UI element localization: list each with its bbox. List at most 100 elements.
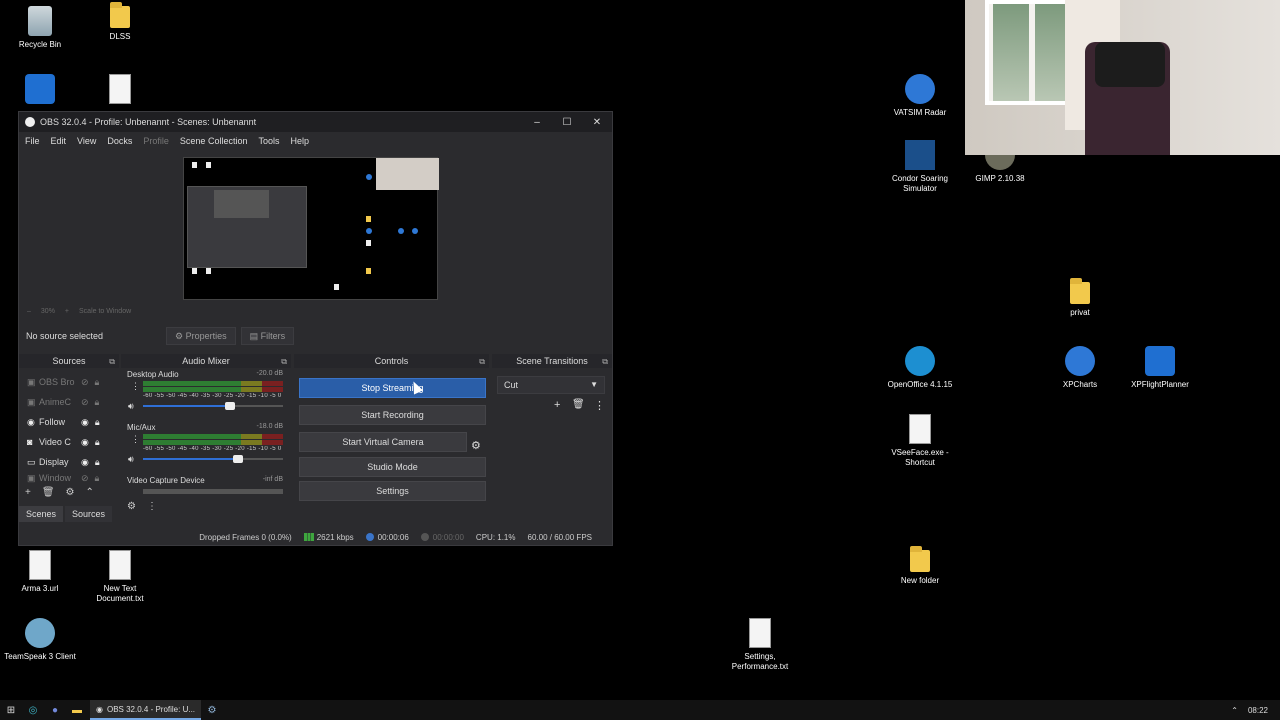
desktop-icon-teamspeak[interactable]: TeamSpeak 3 Client: [2, 618, 78, 662]
studio-mode-button[interactable]: Studio Mode: [299, 457, 486, 477]
desktop-icon-xpflightplanner[interactable]: XPFlightPlanner: [1122, 346, 1198, 390]
source-item[interactable]: ▣ OBS Bro ⊘ 🔒︎: [19, 372, 119, 392]
tab-scenes[interactable]: Scenes: [19, 506, 64, 522]
lock-icon[interactable]: 🔒︎: [95, 473, 100, 484]
menu-tools[interactable]: Tools: [258, 136, 279, 146]
desktop-icon-privat[interactable]: privat: [1042, 278, 1118, 318]
kebab-menu-icon[interactable]: ⋮: [131, 381, 140, 392]
menu-docks[interactable]: Docks: [107, 136, 132, 146]
lock-icon[interactable]: 🔒︎: [95, 437, 100, 448]
menu-view[interactable]: View: [77, 136, 96, 146]
desktop-icon-recycle-bin[interactable]: Recycle Bin: [2, 6, 78, 50]
maximize-button[interactable]: ☐: [552, 117, 582, 128]
file-explorer-icon[interactable]: ▬: [66, 700, 88, 720]
source-item[interactable]: ▣ Window ⊘ 🔒︎: [19, 472, 119, 484]
dock-menu-icon[interactable]: ⧉: [479, 355, 485, 369]
lock-icon[interactable]: 🔒︎: [95, 397, 100, 408]
menu-file[interactable]: File: [25, 136, 40, 146]
desktop-icon-settings-performance[interactable]: Settings, Performance.txt: [722, 618, 798, 672]
folder-icon: [910, 546, 930, 572]
visibility-icon[interactable]: ⊘: [81, 473, 89, 484]
visibility-icon[interactable]: ◉: [81, 457, 89, 468]
scene-transitions-dock: Scene Transitions ⧉ Cut ▼ + 🗑︎ ⋮: [492, 354, 612, 504]
settings-button[interactable]: Settings: [299, 481, 486, 501]
menu-help[interactable]: Help: [290, 136, 309, 146]
add-transition-icon[interactable]: +: [554, 399, 560, 411]
source-item[interactable]: ▣ AnimeC ⊘ 🔒︎: [19, 392, 119, 412]
desktop-icon-vseeface[interactable]: VSeeFace.exe - Shortcut: [882, 414, 958, 468]
desktop-icon-new-folder[interactable]: New folder: [882, 546, 958, 586]
transition-select[interactable]: Cut ▼: [497, 376, 605, 394]
kebab-menu-icon[interactable]: ⋮: [131, 434, 140, 445]
dock-menu-icon[interactable]: ⧉: [602, 355, 608, 369]
sources-dock-header: Sources ⧉: [19, 354, 119, 368]
plane-icon: [25, 74, 55, 104]
tray-chevron-up-icon[interactable]: ⌃: [1231, 706, 1238, 715]
menu-profile[interactable]: Profile: [143, 136, 169, 146]
desktop-icon-openoffice[interactable]: OpenOffice 4.1.15: [882, 346, 958, 390]
lock-icon[interactable]: 🔒︎: [95, 377, 100, 388]
properties-button[interactable]: ⚙ Properties: [166, 327, 236, 345]
menu-scene-collection[interactable]: Scene Collection: [180, 136, 248, 146]
obs-titlebar[interactable]: OBS 32.0.4 - Profile: Unbenannt - Scenes…: [19, 112, 612, 132]
preview-canvas[interactable]: [183, 157, 439, 300]
visibility-icon[interactable]: ⊘: [81, 397, 89, 408]
dock-menu-icon[interactable]: ⧉: [281, 355, 287, 369]
visibility-icon[interactable]: ◉: [81, 437, 89, 448]
source-toolbar: No source selected ⚙ Properties ▤ Filter…: [19, 324, 614, 348]
stop-streaming-button[interactable]: Stop Streaming: [299, 378, 486, 398]
desktop-icon-file[interactable]: [82, 74, 158, 108]
tab-sources[interactable]: Sources: [65, 506, 113, 522]
gear-icon[interactable]: ⚙: [66, 487, 75, 498]
kebab-menu-icon[interactable]: ⋮: [147, 501, 157, 512]
obs-window: OBS 32.0.4 - Profile: Unbenannt - Scenes…: [18, 111, 613, 546]
trash-icon[interactable]: 🗑︎: [572, 399, 585, 410]
kebab-menu-icon[interactable]: ⋮: [594, 399, 605, 412]
speaker-icon[interactable]: 🔊︎: [128, 401, 134, 412]
source-item[interactable]: ◉ Follow ◉ 🔒︎: [19, 412, 119, 432]
visibility-icon[interactable]: ⊘: [81, 377, 89, 388]
edge-browser-icon[interactable]: ◎: [22, 700, 44, 720]
steam-icon[interactable]: ⚙: [201, 700, 223, 720]
minimize-button[interactable]: –: [522, 117, 552, 128]
virtual-camera-settings-icon[interactable]: ⚙: [471, 439, 481, 452]
source-item[interactable]: ◙ Video C ◉ 🔒︎: [19, 432, 119, 452]
taskbar-obs-button[interactable]: ◉ OBS 32.0.4 - Profile: U...: [90, 700, 202, 720]
start-recording-button[interactable]: Start Recording: [299, 405, 486, 425]
visibility-icon[interactable]: ◉: [81, 417, 89, 428]
desktop: Recycle Bin DLSS VATSIM Radar Condor Soa…: [0, 0, 1280, 700]
start-virtual-camera-button[interactable]: Start Virtual Camera: [299, 432, 467, 452]
desktop-icon-vatsim-radar[interactable]: VATSIM Radar: [882, 74, 958, 118]
desktop-icon-xplane[interactable]: [2, 74, 78, 108]
filters-button[interactable]: ▤ Filters: [240, 327, 295, 345]
volume-db: -inf dB: [262, 476, 283, 483]
windows-start-icon[interactable]: ⊞: [0, 700, 22, 720]
discord-icon[interactable]: ●: [44, 700, 66, 720]
zoom-out-button[interactable]: –: [27, 308, 31, 318]
desktop-icon-arma3[interactable]: Arma 3.url: [2, 550, 78, 594]
status-bar: Dropped Frames 0 (0.0%) 2621 kbps 00:00:…: [19, 528, 614, 546]
gear-icon[interactable]: ⚙: [127, 501, 136, 512]
speaker-icon[interactable]: 🔊︎: [128, 454, 134, 465]
zoom-value: 30%: [40, 308, 55, 315]
desktop-icon-condor[interactable]: Condor Soaring Simulator: [882, 140, 958, 194]
clock[interactable]: 08:22: [1248, 706, 1268, 715]
source-item[interactable]: ▭ Display ◉ 🔒︎: [19, 452, 119, 472]
volume-slider[interactable]: [143, 455, 283, 463]
scale-mode-select[interactable]: Scale to Window: [79, 308, 131, 318]
chevron-up-icon[interactable]: ⌃: [86, 487, 94, 498]
dock-menu-icon[interactable]: ⧉: [109, 355, 115, 369]
menu-bar: File Edit View Docks Profile Scene Colle…: [19, 132, 612, 150]
close-button[interactable]: ✕: [582, 117, 612, 128]
trash-icon[interactable]: 🗑︎: [42, 487, 55, 498]
desktop-icon-dlss[interactable]: DLSS: [82, 2, 158, 42]
zoom-in-button[interactable]: +: [65, 308, 69, 318]
menu-edit[interactable]: Edit: [51, 136, 67, 146]
volume-slider[interactable]: [143, 402, 283, 410]
lock-icon[interactable]: 🔒︎: [95, 417, 100, 428]
preview-area[interactable]: [19, 150, 599, 306]
desktop-icon-xpcharts[interactable]: XPCharts: [1042, 346, 1118, 390]
lock-icon[interactable]: 🔒︎: [95, 457, 100, 468]
desktop-icon-new-text-document[interactable]: New Text Document.txt: [82, 550, 158, 604]
add-source-icon[interactable]: +: [25, 487, 31, 498]
